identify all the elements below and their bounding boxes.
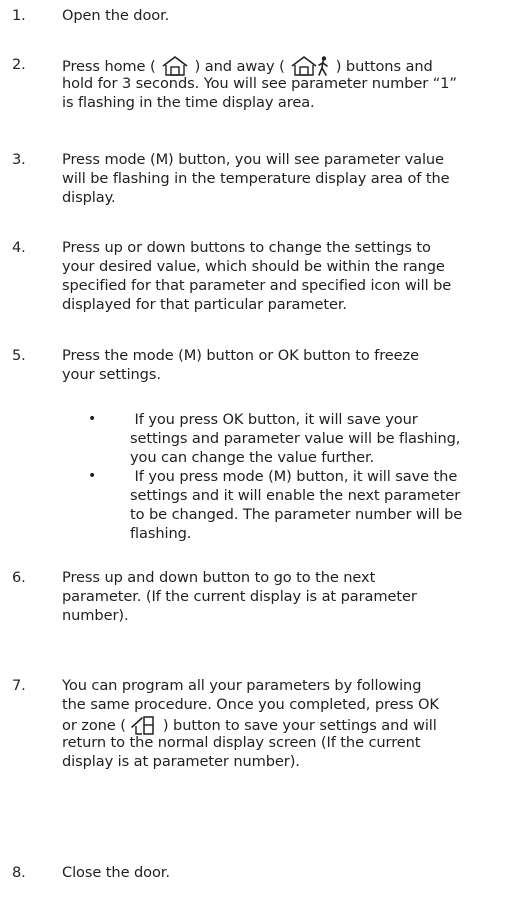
step-text: Press home ( ) and away () buttons and … [62,55,512,112]
step-number: 1. [12,7,26,24]
step-number: 5. [12,347,26,364]
step-text: Press mode (M) button, you will see para… [62,151,450,206]
step-number: 7. [12,677,26,694]
step-number: 8. [12,864,26,881]
instruction-page: 1. Open the door. 2. Press home ( ) and … [0,0,518,916]
step-number: 3. [12,151,26,168]
step-number: 2. [12,56,26,73]
step-number: 4. [12,239,26,256]
step-text: Press the mode (M) button or OK button t… [62,347,419,383]
step-number: 6. [12,569,26,586]
bullet-icon: • [88,411,97,427]
bullet-text: If you press mode (M) button, it will sa… [130,468,463,542]
step-text: You can program all your parameters by f… [62,677,439,770]
step-text: Press up or down buttons to change the s… [62,239,452,313]
bullet-icon: • [88,468,97,484]
bullet-text: If you press OK button, it will save you… [130,411,461,466]
step-text: Close the door. [62,864,170,881]
step-text: Press up and down button to go to the ne… [62,569,417,624]
step-text: Open the door. [62,7,170,24]
